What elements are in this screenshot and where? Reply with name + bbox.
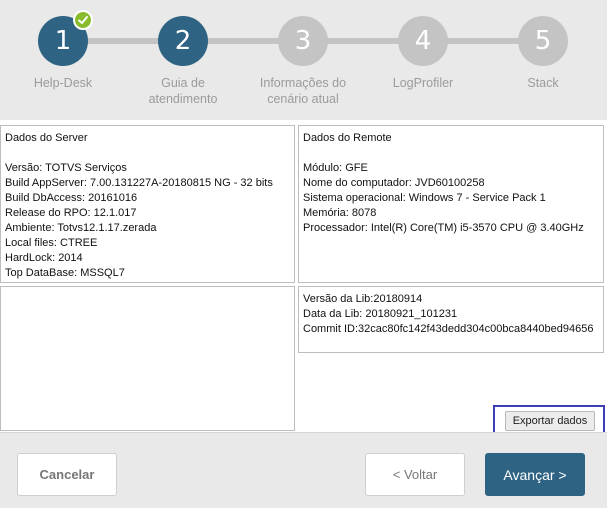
step-3-number: 3 (294, 26, 312, 56)
step-4-label: LogProfiler (363, 75, 483, 91)
lib-line: Versão da Lib:20180914 (303, 293, 423, 305)
cancel-button[interactable]: Cancelar (17, 453, 117, 496)
step-2-number: 2 (174, 26, 192, 56)
next-button[interactable]: Avançar > (485, 453, 585, 496)
remote-line: Sistema operacional: Windows 7 - Service… (303, 192, 546, 204)
server-line: Release do RPO: 12.1.017 (5, 207, 137, 219)
remote-data-panel[interactable]: Dados do Remote Módulo: GFE Nome do comp… (298, 125, 604, 283)
step-2-circle[interactable]: 2 (158, 16, 208, 66)
remote-line: Módulo: GFE (303, 162, 368, 174)
step-connector (206, 38, 282, 44)
step-1-label: Help-Desk (3, 75, 123, 91)
server-line: Build DbAccess: 20161016 (5, 192, 138, 204)
wizard-stepper: 1 2 3 4 5 Help-Desk Guia de atendimento … (0, 0, 607, 120)
step-3-label-line2: cenário atual (267, 92, 339, 106)
server-line: Local files: CTREE (5, 237, 98, 249)
step-connector (86, 38, 162, 44)
step-5-label-line1: Stack (527, 76, 559, 90)
step-1-label-line1: Help-Desk (33, 76, 93, 90)
step-connector (326, 38, 402, 44)
lib-line: Commit ID:32cac80fc142f43dedd304c00bca84… (303, 323, 594, 335)
step-5-label: Stack (483, 75, 603, 91)
lib-data-panel[interactable]: Versão da Lib:20180914 Data da Lib: 2018… (298, 286, 604, 353)
step-2-label: Guia de atendimento (123, 75, 243, 107)
server-line: Ambiente: Totvs12.1.17.zerada (5, 222, 157, 234)
remote-panel-title: Dados do Remote (303, 132, 392, 144)
step-2-label-line2: atendimento (148, 92, 218, 106)
empty-panel[interactable] (0, 286, 295, 431)
lib-line: Data da Lib: 20180921_101231 (303, 308, 458, 320)
step-1-number: 1 (54, 26, 72, 56)
step-4-circle[interactable]: 4 (398, 16, 448, 66)
server-line: Versão: TOTVS Serviços (5, 162, 127, 174)
step-5-number: 5 (534, 26, 552, 56)
step-4-label-line1: LogProfiler (392, 76, 454, 90)
remote-line: Memória: 8078 (303, 207, 377, 219)
step-3-circle[interactable]: 3 (278, 16, 328, 66)
server-data-panel[interactable]: Dados do Server Versão: TOTVS Serviços B… (0, 125, 295, 283)
step-5-circle[interactable]: 5 (518, 16, 568, 66)
wizard-footer: Cancelar < Voltar Avançar > (0, 432, 607, 508)
step-3-label-line1: Informações do (259, 76, 347, 90)
step-2-label-line1: Guia de (161, 76, 205, 90)
server-line: Top DataBase: MSSQL7 (5, 267, 125, 279)
back-button[interactable]: < Voltar (365, 453, 465, 496)
server-line: Build AppServer: 7.00.131227A-20180815 N… (5, 177, 273, 189)
remote-line: Nome do computador: JVD60100258 (303, 177, 485, 189)
check-icon (73, 10, 93, 30)
step-3-label: Informações do cenário atual (243, 75, 363, 107)
server-line: HardLock: 2014 (5, 252, 83, 264)
server-panel-title: Dados do Server (5, 132, 88, 144)
step-connector (446, 38, 522, 44)
step-4-number: 4 (414, 26, 432, 56)
export-data-button[interactable]: Exportar dados (505, 411, 595, 431)
remote-line: Processador: Intel(R) Core(TM) i5-3570 C… (303, 222, 584, 234)
